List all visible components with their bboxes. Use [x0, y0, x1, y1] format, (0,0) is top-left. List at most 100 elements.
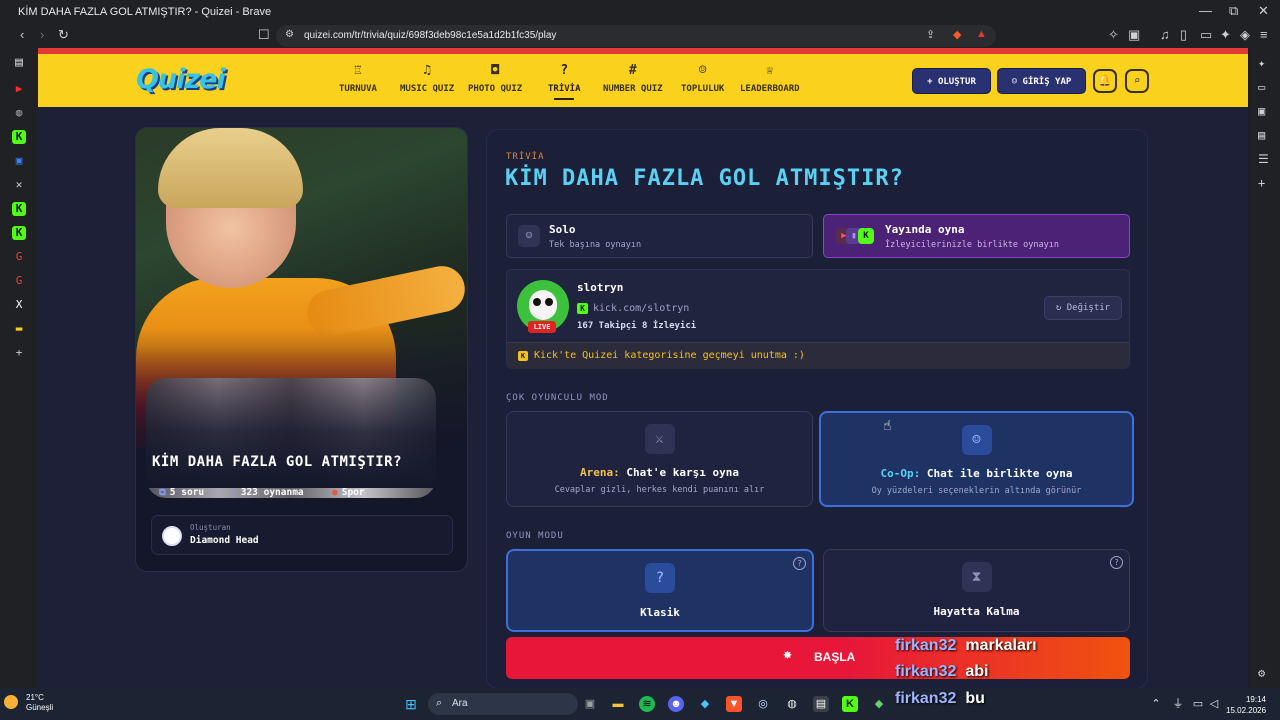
media-icon[interactable]: ♫ — [1160, 27, 1170, 42]
nav-trivia[interactable]: ? TRİVİA — [548, 64, 581, 100]
quizei-logo[interactable]: Quizei — [136, 64, 226, 95]
add-icon[interactable]: + — [12, 346, 26, 360]
steam-icon[interactable]: ◎ — [755, 696, 771, 712]
cover-figure-hair — [158, 128, 303, 208]
screenshot-icon[interactable]: ▣ — [1128, 27, 1140, 43]
mute-icon[interactable]: ✕ — [12, 178, 26, 192]
file-explorer-icon[interactable]: ▬ — [610, 696, 626, 712]
menu-icon[interactable]: ≡ — [1260, 27, 1268, 42]
google-icon[interactable]: G — [12, 250, 26, 264]
help-icon[interactable]: ? — [1110, 556, 1123, 569]
reading-list-icon[interactable]: ☰ — [1258, 152, 1269, 166]
tray-chevron-icon[interactable]: ⌃ — [1148, 696, 1164, 712]
site-nav: Quizei ♖ TURNUVA ♫ MUSIC QUIZ ◘ PHOTO QU… — [38, 54, 1248, 107]
weather-widget[interactable]: 21°C Güneşli — [4, 693, 53, 713]
windows-start-icon[interactable]: ⊞ — [403, 696, 419, 712]
quizei-icon[interactable]: ▬ — [12, 322, 26, 336]
x-icon[interactable]: X — [12, 298, 26, 312]
chat-username: firkan32 — [895, 637, 957, 654]
survival-mode-button[interactable]: ? ⧗ Hayatta Kalma — [823, 549, 1130, 632]
chat-username: firkan32 — [895, 663, 957, 680]
arena-mode-button[interactable]: ⚔ Arena: Chat'e karşı oyna Cevaplar gizl… — [506, 411, 813, 507]
channel-url[interactable]: kick.com/slotryn — [593, 303, 689, 314]
leo-icon[interactable]: ✦ — [1258, 56, 1265, 70]
app-icon[interactable]: ◆ — [697, 696, 713, 712]
volume-icon[interactable]: ◁ — [1206, 696, 1222, 712]
google-icon[interactable]: G — [12, 274, 26, 288]
bell-icon[interactable]: 🔔 — [1093, 69, 1117, 93]
category-tag[interactable]: ● Spor — [332, 487, 365, 498]
extensions-icon[interactable]: ✧ — [1108, 27, 1119, 43]
globe-icon[interactable]: ◍ — [12, 106, 26, 120]
maximize-icon[interactable]: ⧉ — [1229, 3, 1238, 19]
question-icon: ? — [560, 63, 569, 78]
nav-label: TURNUVA — [339, 84, 377, 94]
hourglass-icon: ⧗ — [961, 562, 992, 592]
discord-icon[interactable]: ☻ — [668, 696, 684, 712]
start-label: BAŞLA — [814, 650, 856, 664]
change-channel-button[interactable]: ↻ Değiştir — [1044, 296, 1122, 320]
kick-icon[interactable]: K — [12, 202, 26, 216]
bookmark-icon[interactable]: ☐ — [258, 27, 270, 43]
wallet-icon[interactable]: ▭ — [1200, 27, 1212, 43]
nav-number-quiz[interactable]: # NUMBER QUIZ — [603, 63, 663, 95]
kick-icon[interactable]: K — [12, 130, 26, 144]
kick-icon[interactable]: K — [842, 696, 858, 712]
site-info-icon[interactable]: ⚙ — [285, 29, 294, 40]
nav-leaderboard[interactable]: ♕ LEADERBOARD — [740, 64, 800, 95]
share-icon[interactable]: ⇪ — [926, 28, 935, 41]
chat-username: firkan32 — [895, 690, 957, 707]
nav-photo-quiz[interactable]: ◘ PHOTO QUIZ — [468, 64, 522, 95]
leo-icon[interactable]: ✦ — [1220, 27, 1231, 43]
app-icon[interactable]: ◍ — [784, 696, 800, 712]
brave-rewards-icon[interactable]: ▲ — [976, 28, 987, 40]
back-icon[interactable]: ‹ — [20, 27, 24, 42]
forward-icon[interactable]: › — [40, 27, 44, 42]
add-icon[interactable]: + — [1258, 176, 1265, 190]
nav-label: TRİVİA — [548, 84, 581, 94]
spotify-icon[interactable]: ≋ — [639, 696, 655, 712]
system-clock[interactable]: 19:14 15.02.2026 — [1226, 694, 1266, 716]
sidebar-panel-icon[interactable]: ▤ — [12, 56, 26, 70]
obs-icon[interactable]: ▤ — [813, 696, 829, 712]
taskbar-search[interactable]: ⌕ Ara — [428, 693, 578, 715]
hash-icon: # — [628, 63, 637, 78]
reload-icon[interactable]: ↻ — [58, 27, 69, 43]
app-icon[interactable]: ▣ — [12, 154, 26, 168]
brave-shield-icon[interactable]: ◆ — [953, 28, 961, 41]
app-icon[interactable]: ◆ — [871, 696, 887, 712]
nav-topluluk[interactable]: ☺ TOPLULUK — [681, 63, 724, 95]
sidebar-toggle-icon[interactable]: ▯ — [1180, 27, 1187, 43]
creator-box[interactable]: Oluşturan Diamond Head — [151, 515, 453, 555]
wallet-icon[interactable]: ▣ — [1258, 104, 1265, 118]
history-icon[interactable]: ▤ — [1258, 128, 1265, 142]
microphone-icon[interactable]: ⏚ — [1170, 696, 1186, 712]
login-button[interactable]: ☺ GİRİŞ YAP — [997, 68, 1086, 94]
classic-mode-button[interactable]: ? ? Klasik — [506, 549, 814, 632]
solo-mode-button[interactable]: ☺ Solo Tek başına oynayın — [506, 214, 813, 258]
network-icon[interactable]: ▭ — [1190, 696, 1206, 712]
coop-mode-button[interactable]: ☺ Co-Op: Chat ile birlikte oyna Oy yüzde… — [819, 411, 1134, 507]
search-icon[interactable]: ⌕ — [1125, 69, 1149, 93]
nav-music-quiz[interactable]: ♫ MUSIC QUIZ — [400, 64, 454, 95]
sun-icon — [4, 695, 18, 709]
stream-mode-button[interactable]: ▶ ▮ K Yayında oyna İzleyicilerinizle bir… — [823, 214, 1130, 258]
search-placeholder: Ara — [452, 698, 468, 709]
nav-turnuva[interactable]: ♖ TURNUVA — [339, 64, 377, 95]
users-icon: ☺ — [698, 63, 707, 78]
youtube-icon[interactable]: ▶ — [12, 82, 26, 96]
vpn-icon[interactable]: ◈ — [1240, 27, 1250, 43]
multiplayer-heading: ÇOK OYUNCULU MOD — [506, 393, 609, 403]
help-icon[interactable]: ? — [793, 557, 806, 570]
creator-name: Diamond Head — [190, 535, 259, 546]
minimize-icon[interactable]: — — [1199, 3, 1212, 18]
kick-icon[interactable]: K — [12, 226, 26, 240]
create-button[interactable]: + OLUŞTUR — [912, 68, 991, 94]
settings-icon[interactable]: ⚙ — [1258, 666, 1265, 680]
close-icon[interactable]: ✕ — [1258, 3, 1269, 19]
quiz-card: KİM DAHA FAZLA GOL ATMIŞTIR? ⧉ 5 soru ▷ 32… — [135, 127, 468, 572]
screen-icon[interactable]: ▭ — [1258, 80, 1265, 94]
address-bar[interactable]: ⚙ quizei.com/tr/trivia/quiz/698f3deb98c1… — [276, 25, 996, 47]
brave-icon[interactable]: ▼ — [726, 696, 742, 712]
task-view-icon[interactable]: ▣ — [582, 696, 598, 712]
